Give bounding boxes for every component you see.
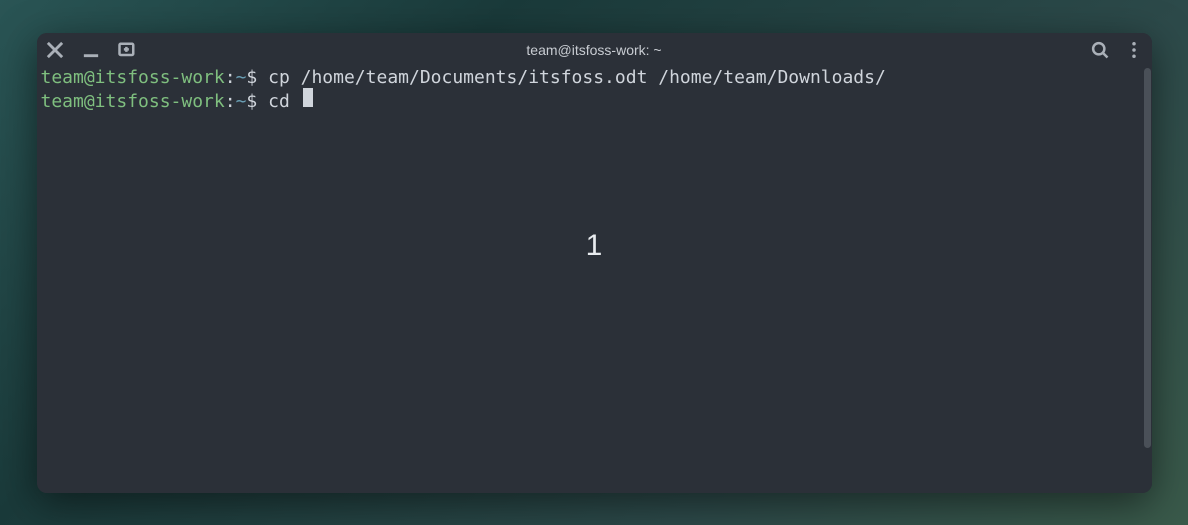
minimize-button[interactable] [81,40,101,60]
prompt-colon: : [225,68,236,89]
close-icon [45,40,65,60]
new-tab-icon [117,40,137,60]
prompt-colon: : [225,92,236,113]
prompt-user-host: team@itsfoss-work [41,68,225,89]
titlebar-right-controls [1090,40,1144,60]
overlay-number: 1 [586,229,603,264]
prompt-dollar: $ [246,92,268,113]
command-text: cd [268,92,301,113]
prompt-dollar: $ [246,68,268,89]
prompt-path: ~ [236,68,247,89]
titlebar-left-controls [45,40,137,60]
titlebar: team@itsfoss-work: ~ [37,33,1152,68]
terminal-window: team@itsfoss-work: ~ team@itsfoss-work:~… [37,33,1152,493]
menu-button[interactable] [1124,40,1144,60]
window-title: team@itsfoss-work: ~ [526,42,661,58]
search-button[interactable] [1090,40,1110,60]
kebab-menu-icon [1124,40,1144,60]
search-icon [1090,40,1110,60]
terminal-line: team@itsfoss-work:~$ cd [41,88,1148,113]
terminal-body[interactable]: team@itsfoss-work:~$ cp /home/team/Docum… [37,68,1152,493]
new-tab-button[interactable] [117,40,137,60]
minimize-icon [81,40,101,60]
command-text: cp /home/team/Documents/itsfoss.odt /hom… [268,68,886,89]
close-button[interactable] [45,40,65,60]
prompt-user-host: team@itsfoss-work [41,92,225,113]
scrollbar[interactable] [1144,68,1151,448]
prompt-path: ~ [236,92,247,113]
terminal-line: team@itsfoss-work:~$ cp /home/team/Docum… [41,68,1148,89]
cursor [303,88,313,107]
